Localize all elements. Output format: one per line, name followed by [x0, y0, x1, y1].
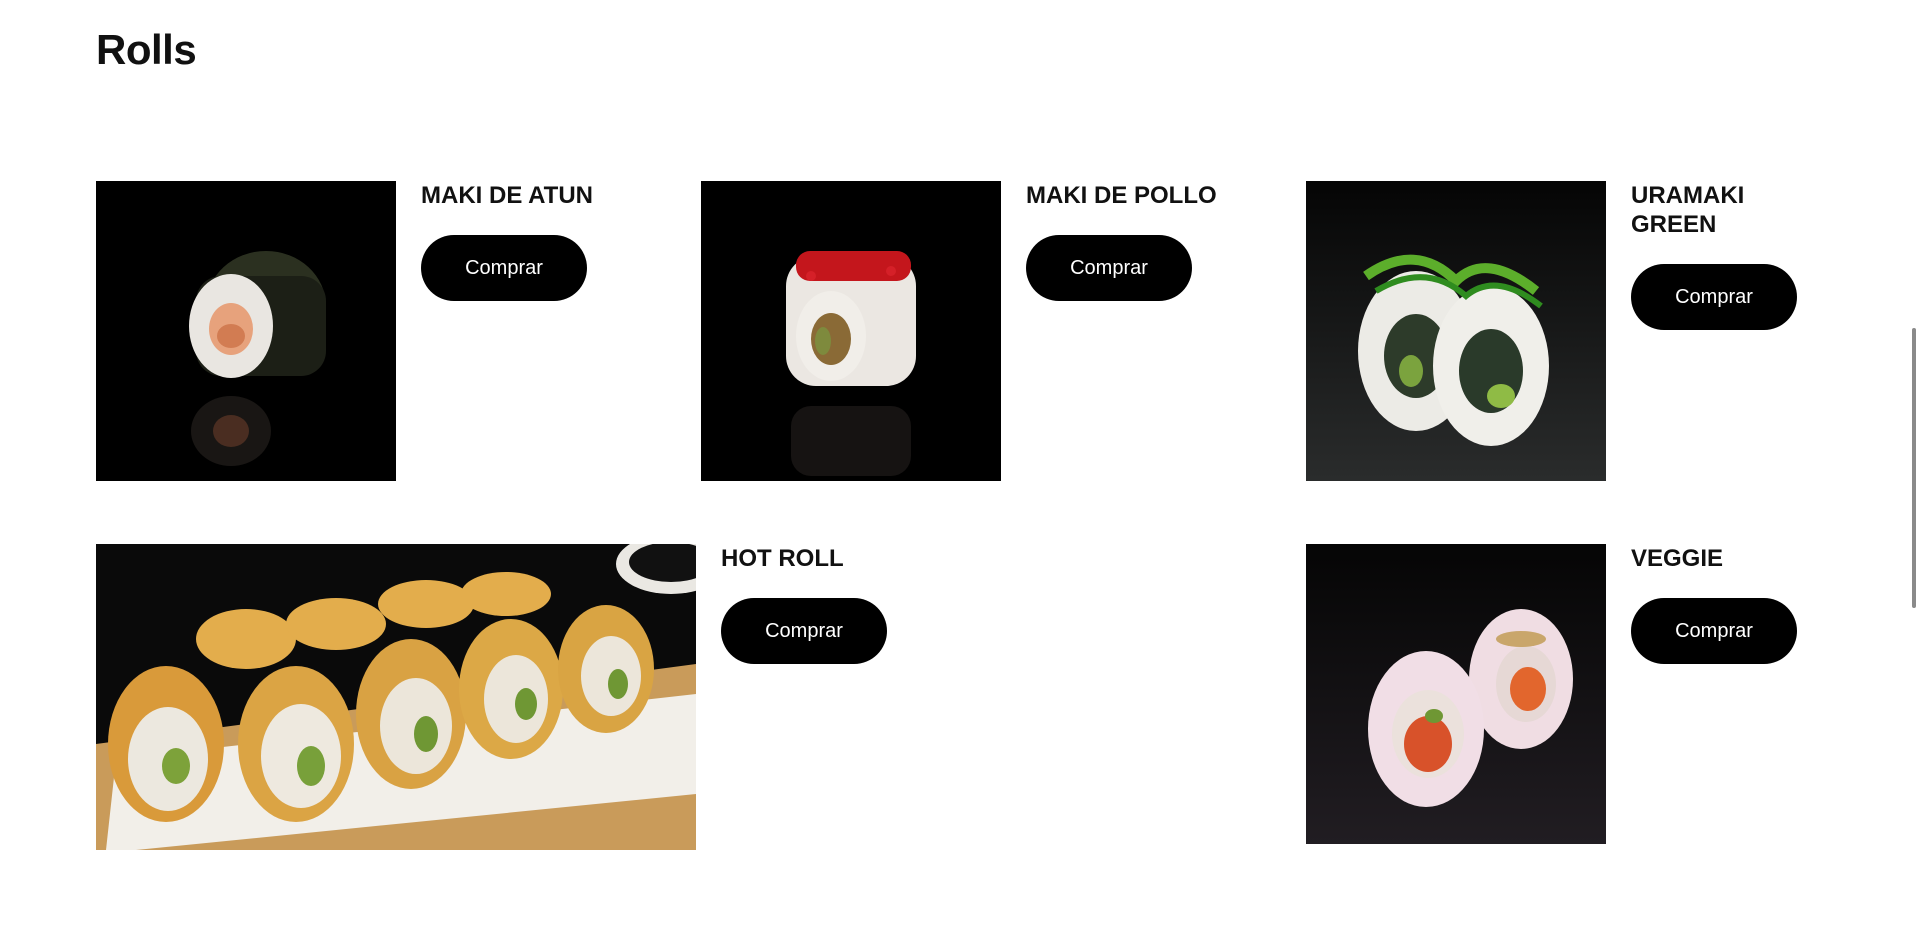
product-name: VEGGIE [1631, 545, 1724, 572]
product-name: MAKI DE POLLO [1026, 182, 1217, 209]
scrollbar-track[interactable] [1906, 0, 1919, 935]
product-image-maki-atun[interactable] [96, 181, 396, 481]
product-name: MAKI DE ATUN [421, 182, 593, 209]
buy-button-veggie[interactable]: Comprar [1631, 598, 1797, 664]
product-image-hot-roll[interactable] [96, 544, 696, 850]
scrollbar-thumb[interactable] [1912, 328, 1916, 608]
product-name: URAMAKI GREEN [1631, 182, 1745, 238]
buy-button-uramaki-green[interactable]: Comprar [1631, 264, 1797, 330]
product-image-veggie[interactable] [1306, 544, 1606, 844]
product-name: HOT ROLL [721, 545, 844, 572]
rolls-page: Rolls MAKI DE ATUN Comprar MAKI DE POLLO… [0, 0, 1919, 935]
section-title: Rolls [96, 26, 197, 73]
buy-button-maki-atun[interactable]: Comprar [421, 235, 587, 301]
buy-button-maki-pollo[interactable]: Comprar [1026, 235, 1192, 301]
product-image-maki-pollo[interactable] [701, 181, 1001, 481]
product-image-uramaki-green[interactable] [1306, 181, 1606, 481]
buy-button-hot-roll[interactable]: Comprar [721, 598, 887, 664]
